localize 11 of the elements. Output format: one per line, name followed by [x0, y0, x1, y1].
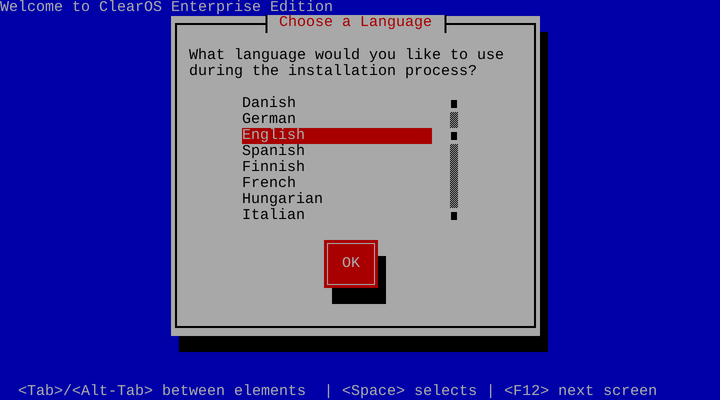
dialog-title: Choose a Language	[264, 15, 446, 33]
language-option[interactable]: Danish	[242, 96, 432, 112]
language-option[interactable]: German	[242, 112, 432, 128]
screen-title: Welcome to ClearOS Enterprise Edition	[0, 0, 334, 16]
language-option[interactable]: Spanish	[242, 144, 432, 160]
language-option[interactable]: Italian	[242, 208, 432, 224]
prompt-text: What language would you like to use during the installation process?	[189, 48, 506, 80]
language-option[interactable]: Hungarian	[242, 192, 432, 208]
language-option[interactable]: Finnish	[242, 160, 432, 176]
language-option[interactable]: French	[242, 176, 432, 192]
status-help-text: <Tab>/<Alt-Tab> between elements | <Space> selects | <F12> next screen	[18, 383, 658, 400]
